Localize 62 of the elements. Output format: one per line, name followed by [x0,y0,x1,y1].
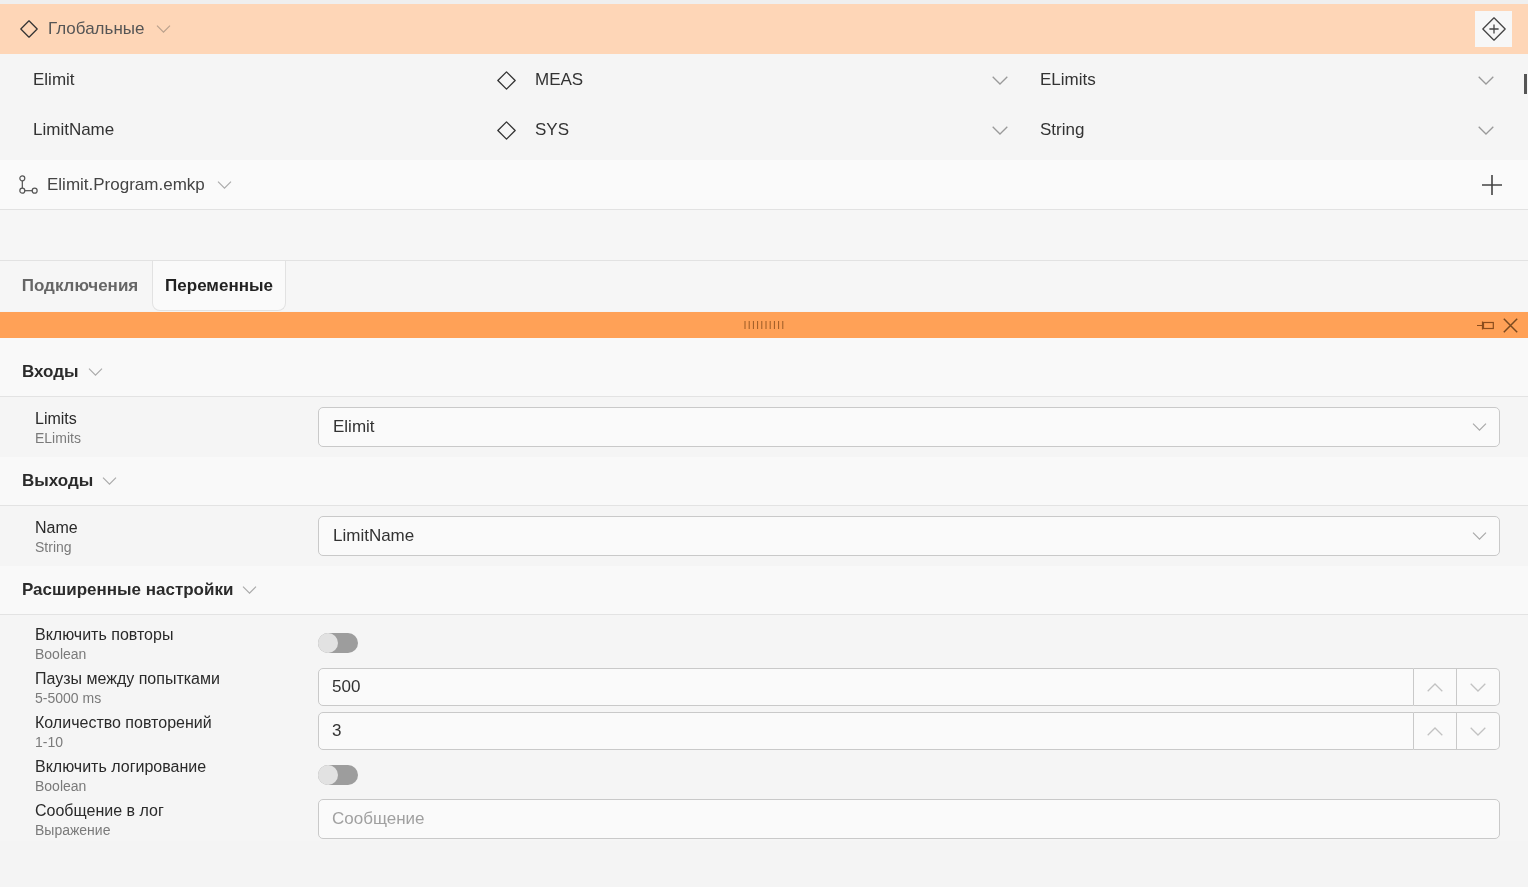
diamond-plus-icon [1481,17,1506,41]
field-label: Включить повторы [35,624,174,645]
decrement-button[interactable] [1457,712,1500,750]
field-label: Включить логирование [35,756,207,777]
chevron-down-icon [1478,125,1494,135]
add-button[interactable] [1480,172,1504,197]
toggle-switch[interactable] [318,633,358,653]
variable-name: LimitName [33,119,116,142]
diamond-icon [20,20,38,38]
chevron-down-icon [992,125,1008,135]
field-type: Выражение [35,820,111,839]
number-input[interactable]: 3 [318,712,1414,750]
diamond-icon [497,70,516,90]
chevron-up-icon [1427,682,1443,692]
grip-icon[interactable] [744,321,784,329]
globals-dropdown[interactable]: Глобальные [20,13,172,45]
toggle-switch[interactable] [318,765,358,785]
field-type: String [35,537,72,556]
chevron-up-icon [1427,726,1443,736]
type-dropdown[interactable]: String [1040,110,1496,150]
scrollbar-thumb[interactable] [1524,74,1527,94]
diamond-icon [497,120,516,140]
scope-dropdown[interactable]: MEAS [497,60,1010,100]
section-toggle[interactable]: Входы [22,357,103,387]
field-type: Boolean [35,644,87,663]
plus-icon [1482,174,1502,195]
chevron-down-icon [1478,75,1494,85]
field-label: Количество повторений [35,712,212,733]
tab[interactable]: Подключения [8,261,152,311]
increment-button[interactable] [1414,712,1457,750]
type-dropdown[interactable]: ELimits [1040,60,1496,100]
increment-button[interactable] [1414,668,1457,706]
section-toggle[interactable]: Выходы [22,466,118,496]
add-variable-button[interactable] [1475,11,1512,47]
dropdown-field[interactable]: LimitName [318,516,1500,556]
chevron-down-icon [1472,423,1487,431]
chevron-down-icon [1470,682,1486,692]
scope-dropdown[interactable]: SYS [497,110,1010,150]
connected-nodes-icon [19,175,38,194]
pin-button[interactable] [1477,320,1494,330]
field-type: 5-5000 ms [35,688,102,707]
field-type: ELimits [35,428,81,447]
text-input[interactable]: Сообщение [318,799,1500,839]
field-type: Boolean [35,776,87,795]
chevron-down-icon [992,75,1008,85]
close-icon [1503,317,1518,333]
variable-name: Elimit [33,69,76,92]
chevron-down-icon [1470,726,1486,736]
field-label: Сообщение в лог [35,800,164,821]
close-button[interactable] [1503,317,1518,333]
number-input[interactable]: 500 [318,668,1414,706]
field-type: 1-10 [35,732,64,751]
field-label: Name [35,517,78,538]
tab[interactable]: Переменные [152,261,286,311]
dropdown-field[interactable]: Elimit [318,407,1500,447]
program-dropdown[interactable]: Elimit.Program.emkp [19,168,232,201]
pin-icon [1477,320,1494,330]
field-label: Паузы между попытками [35,668,220,689]
chevron-down-icon [1472,532,1487,540]
field-label: Limits [35,408,77,429]
decrement-button[interactable] [1457,668,1500,706]
section-toggle[interactable]: Расширенные настройки [22,575,258,605]
